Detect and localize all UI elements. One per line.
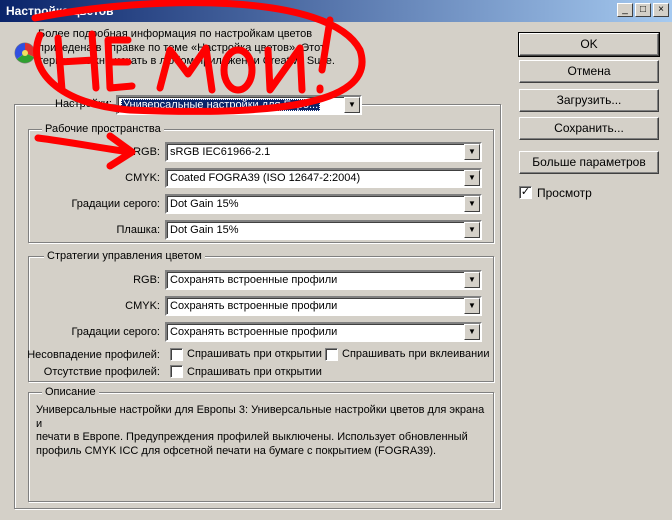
description-text: Универсальные настройки для Европы 3: Ун… [36,404,485,457]
load-button[interactable]: Загрузить... [519,89,659,112]
missing-label: Отсутствие профилей: [43,366,160,378]
cancel-button[interactable]: Отмена [519,60,659,83]
mismatch-label: Несовпадение профилей: [27,349,160,361]
pol-gray-label: Градации серого: [71,326,160,338]
chevron-down-icon: ▼ [464,272,480,288]
settings-label: Настройки: [55,98,112,110]
pol-cmyk-label: CMYK: [125,300,160,312]
window-title: Настройка цветов [6,4,114,18]
ws-spot-label: Плашка: [116,224,161,236]
pol-cmyk-select[interactable]: Сохранять встроенные профили ▼ [165,296,482,316]
save-button[interactable]: Сохранить... [519,117,659,140]
window-controls: _ □ × [617,3,669,17]
color-wheel-icon [14,42,36,64]
pol-rgb-label: RGB: [133,274,160,286]
more-options-button[interactable]: Больше параметров [519,151,659,174]
missing-open-label: Спрашивать при открытии [187,366,322,378]
chevron-down-icon: ▼ [464,196,480,212]
maximize-icon[interactable]: □ [635,3,651,17]
chevron-down-icon: ▼ [464,298,480,314]
chevron-down-icon: ▼ [344,97,360,113]
workspaces-legend: Рабочие пространства [42,123,164,135]
ws-rgb-label: RGB: [133,146,160,158]
minimize-icon[interactable]: _ [617,3,633,17]
description-legend: Описание [42,386,99,398]
ok-button[interactable]: OK [518,32,660,57]
ws-rgb-select[interactable]: sRGB IEC61966-2.1 ▼ [165,142,482,162]
missing-open-checkbox[interactable] [170,365,183,378]
ws-spot-select[interactable]: Dot Gain 15% ▼ [165,220,482,240]
ws-cmyk-select[interactable]: Coated FOGRA39 (ISO 12647-2:2004) ▼ [165,168,482,188]
pol-gray-select[interactable]: Сохранять встроенные профили ▼ [165,322,482,342]
mismatch-open-checkbox[interactable] [170,348,183,361]
ws-gray-label: Градации серого: [71,198,160,210]
settings-dropdown[interactable]: Универсальные настройки для Евро... ▼ [116,95,362,115]
preview-checkbox[interactable]: ✓ [519,186,532,199]
chevron-down-icon: ▼ [464,144,480,160]
ws-cmyk-label: CMYK: [125,172,160,184]
mismatch-paste-checkbox[interactable] [325,348,338,361]
chevron-down-icon: ▼ [464,170,480,186]
chevron-down-icon: ▼ [464,324,480,340]
chevron-down-icon: ▼ [464,222,480,238]
info-text: Более подробная информация по настройкам… [38,28,335,67]
ws-gray-select[interactable]: Dot Gain 15% ▼ [165,194,482,214]
window-title-bar[interactable]: Настройка цветов [0,0,672,22]
close-icon[interactable]: × [653,3,669,17]
pol-rgb-select[interactable]: Сохранять встроенные профили ▼ [165,270,482,290]
mismatch-open-label: Спрашивать при открытии [187,348,322,360]
mismatch-paste-label: Спрашивать при вклеивании [342,348,490,360]
settings-value: Универсальные настройки для Евро... [121,99,321,111]
policies-legend: Стратегии управления цветом [44,250,205,262]
preview-label: Просмотр [537,186,592,200]
